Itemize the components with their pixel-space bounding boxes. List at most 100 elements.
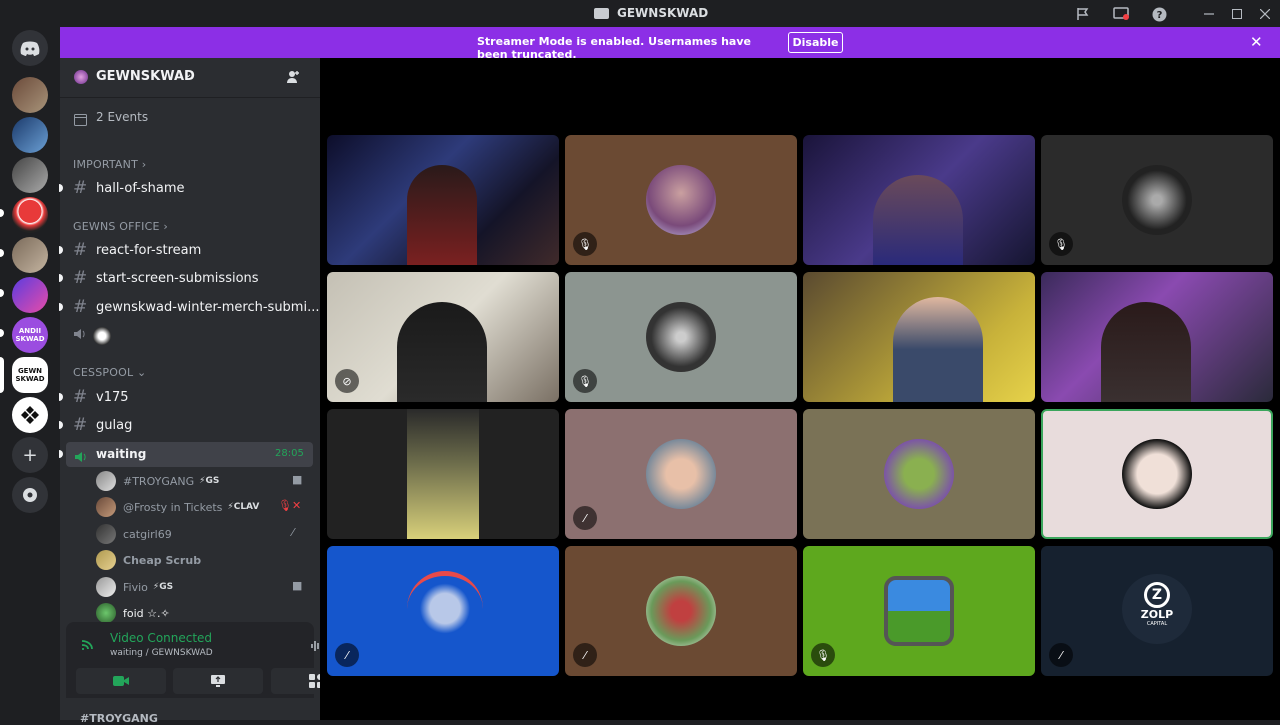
server-icon-gewnskwad[interactable]: GEWN SKWAD — [12, 357, 48, 393]
video-tile[interactable] — [803, 272, 1035, 402]
voice-user-name: @Frosty in Tickets — [123, 500, 223, 514]
server-icon[interactable] — [12, 277, 48, 313]
voice-user-name: #TROYGANG — [123, 474, 195, 488]
channel-name: gewnskwad-winter-merch-submi... — [96, 299, 320, 315]
hash-icon: # — [73, 268, 88, 288]
unread-indicator — [59, 393, 63, 401]
video-tile[interactable]: ⁄ — [565, 546, 797, 676]
logo-text: ZOLP — [1140, 608, 1174, 621]
video-tile[interactable]: 🎙 — [565, 272, 797, 402]
video-tile[interactable]: ⊘ — [327, 272, 559, 402]
video-tile-speaking[interactable] — [1041, 409, 1273, 539]
channel-name: gulag — [96, 417, 133, 433]
server-icon[interactable] — [12, 157, 48, 193]
selected-server-indicator — [0, 357, 4, 393]
avatar — [646, 165, 716, 235]
avatar — [96, 497, 116, 517]
video-tile[interactable]: 🎙 — [803, 546, 1035, 676]
disable-streamer-mode-button[interactable]: Disable — [788, 32, 843, 53]
video-tile[interactable] — [1041, 272, 1273, 402]
voice-channel-waiting[interactable]: waiting 28:05 — [66, 442, 313, 467]
events-row[interactable]: 2 Events — [74, 110, 304, 128]
explore-servers-button[interactable] — [12, 477, 48, 513]
server-icon[interactable] — [12, 77, 48, 113]
mic-icon: 🎙 — [811, 643, 835, 667]
video-tile[interactable]: ⁄ — [565, 409, 797, 539]
guild-header[interactable]: GEWNSKWAD ⌄ — [60, 58, 320, 98]
maximize-icon[interactable] — [1228, 5, 1246, 23]
voice-user-name: Cheap Scrub — [123, 553, 202, 567]
video-tile[interactable]: ⁄ — [327, 546, 559, 676]
minimize-icon[interactable] — [1200, 5, 1218, 23]
app-logo-icon — [594, 8, 609, 19]
channel-name: waiting — [96, 447, 147, 461]
channel-react-for-stream[interactable]: # react-for-stream — [73, 238, 201, 262]
video-tile[interactable]: 🎙 — [565, 135, 797, 265]
invite-icon[interactable] — [286, 69, 300, 88]
webcam-person — [893, 297, 983, 402]
video-icon: ■ — [292, 579, 303, 592]
voice-user[interactable]: Cheap Scrub — [96, 548, 306, 572]
video-tile[interactable] — [803, 135, 1035, 265]
avatar — [646, 576, 716, 646]
title-bar: GEWNSKWAD ? — [0, 0, 1280, 27]
voice-user[interactable]: #TROYGANG ⚡GS ■ — [96, 469, 306, 493]
server-icon[interactable] — [12, 117, 48, 153]
voice-user[interactable]: Fivio ⚡GS ■ — [96, 575, 306, 599]
hash-icon: # — [73, 297, 88, 317]
close-banner-icon[interactable]: ✕ — [1250, 33, 1263, 51]
video-tile[interactable] — [327, 409, 559, 539]
video-tile[interactable]: Z ZOLP CAPITAL ⁄ — [1041, 546, 1273, 676]
add-server-button[interactable]: + — [12, 437, 48, 473]
speaker-active-icon — [74, 448, 88, 467]
mic-icon: 🎙 — [1049, 232, 1073, 256]
channel-v175[interactable]: # v175 — [73, 385, 129, 409]
server-icon[interactable] — [12, 197, 48, 233]
video-tile[interactable]: 🎙 — [1041, 135, 1273, 265]
logo-subtext: CAPITAL — [1146, 621, 1168, 627]
server-icon-andii[interactable]: ANDII SKWAD — [12, 317, 48, 353]
share-screen-button[interactable] — [173, 668, 263, 694]
close-window-icon[interactable] — [1256, 5, 1274, 23]
role-tag: ⚡CLAV — [227, 502, 260, 512]
unread-indicator — [0, 329, 4, 337]
help-icon[interactable]: ? — [1150, 5, 1168, 23]
camera-off-icon: ⊘ — [335, 369, 359, 393]
muted-deafened-icon: 🎙✕ — [278, 499, 302, 512]
voice-user[interactable]: @Frosty in Tickets ⚡CLAV 🎙✕ — [96, 495, 306, 519]
avatar — [884, 439, 954, 509]
events-label: 2 Events — [96, 110, 149, 124]
call-timer: 28:05 — [275, 448, 304, 459]
category-label: CESSPOOL — [73, 366, 134, 379]
channel-start-screen-submissions[interactable]: # start-screen-submissions — [73, 266, 259, 290]
server-list: ANDII SKWAD GEWN SKWAD + — [0, 27, 60, 720]
mic-icon: 🎙 — [573, 232, 597, 256]
category-important[interactable]: IMPORTANT › — [73, 158, 146, 171]
channel-gulag[interactable]: # gulag — [73, 413, 132, 437]
server-icon[interactable] — [12, 397, 48, 433]
logo-z-icon: Z — [1144, 582, 1170, 608]
brand-logo: Z ZOLP CAPITAL — [1122, 574, 1192, 644]
home-button[interactable] — [12, 30, 48, 66]
video-tile[interactable] — [803, 409, 1035, 539]
webcam-person — [397, 302, 487, 402]
svg-text:?: ? — [1156, 10, 1162, 21]
inbox-flag-icon[interactable] — [1074, 5, 1092, 23]
video-tile[interactable] — [327, 135, 559, 265]
voice-channel-path: waiting / GEWNSKWAD — [110, 648, 213, 658]
server-icon[interactable] — [12, 237, 48, 273]
channel-hall-of-shame[interactable]: # hall-of-shame — [73, 176, 185, 200]
avatar — [96, 550, 116, 570]
category-gewns-office[interactable]: GEWNS OFFICE › — [73, 220, 168, 233]
voice-channel-row[interactable] — [73, 324, 111, 348]
camera-button[interactable] — [76, 668, 166, 694]
unread-indicator — [59, 450, 63, 458]
signal-icon — [80, 636, 96, 655]
voice-connection-panel: Video Connected waiting / GEWNSKWAD — [66, 622, 361, 698]
screen-share-icon[interactable] — [1112, 5, 1130, 23]
channel-winter-merch[interactable]: # gewnskwad-winter-merch-submi... — [73, 295, 319, 319]
voice-user[interactable]: catgirl69 ⁄ — [96, 522, 306, 546]
voice-status[interactable]: Video Connected — [110, 631, 212, 645]
unread-indicator — [59, 303, 63, 311]
category-cesspool[interactable]: CESSPOOL ⌄ — [73, 366, 146, 379]
